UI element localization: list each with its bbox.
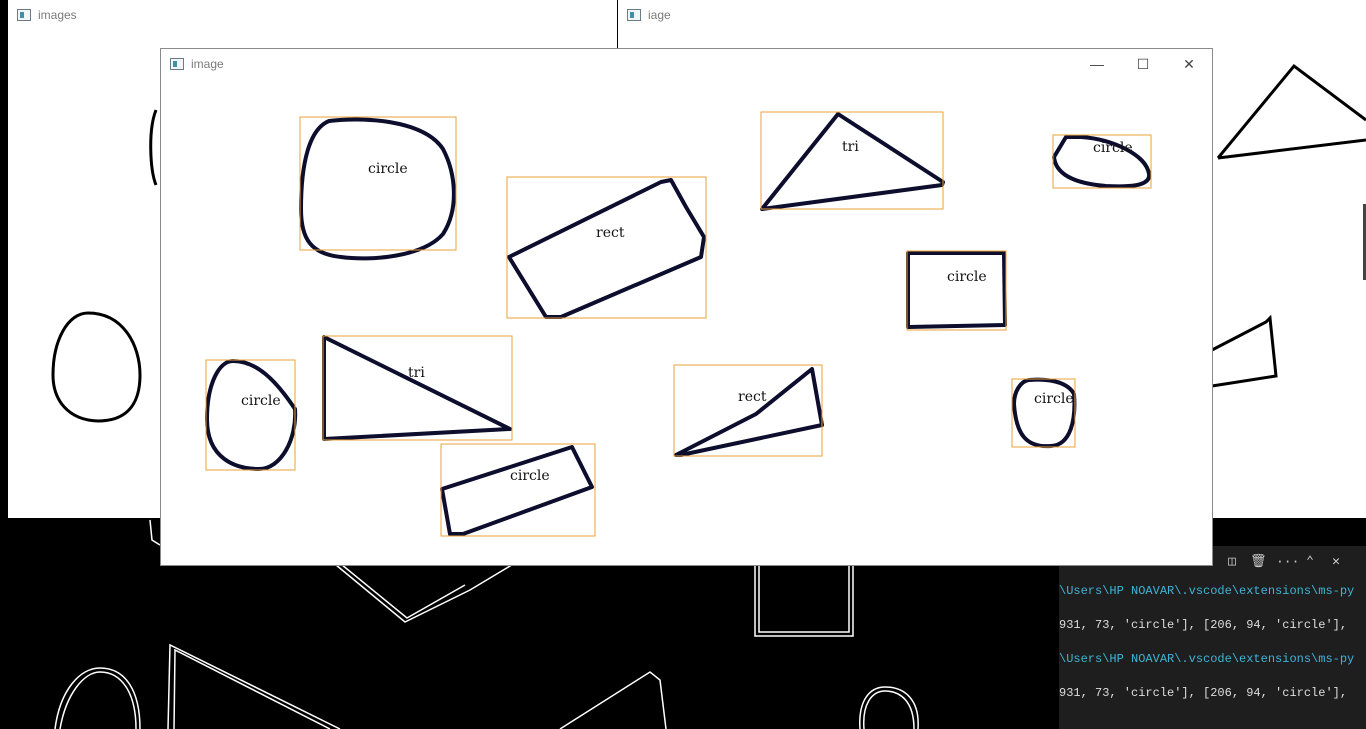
contour-shape (205, 359, 298, 471)
app-icon (170, 58, 184, 70)
image-titlebar[interactable]: image — ☐ ✕ (161, 49, 1212, 79)
edge-shape (754, 559, 854, 637)
contour-shape (322, 335, 512, 441)
bounding-box (760, 111, 944, 210)
contour-shape (507, 178, 706, 319)
shape-label: rect (596, 225, 625, 241)
shape-label: circle (241, 393, 281, 409)
window-title: image (191, 57, 224, 71)
contour-shape (149, 109, 158, 186)
contour-shape (1217, 138, 1366, 160)
close-panel-icon[interactable]: ✕ (1328, 554, 1344, 570)
terminal-line: \Users\HP NOAVAR\.vscode\extensions\ms-p… (1059, 584, 1355, 598)
terminal-line: 931, 73, 'circle'], [206, 94, 'circle'], (1059, 618, 1348, 632)
app-icon (17, 9, 31, 21)
terminal-line: 931, 73, 'circle'], [206, 94, 'circle'], (1059, 686, 1348, 700)
split-terminal-icon[interactable]: ◫ (1224, 554, 1240, 570)
edge-shape (167, 643, 341, 729)
shape-label: circle (1034, 391, 1074, 407)
shape-label: circle (947, 269, 987, 285)
image-canvas: circle rect tri circle circle circle tri… (205, 111, 1152, 537)
shape-label: circle (1093, 140, 1133, 156)
edge-shape (859, 686, 919, 729)
terminal-panel[interactable]: ◫ 🗑 ··· ⌃ ✕ \Users\HP NOAVAR\.vscode\ext… (1059, 546, 1366, 729)
window-title: iage (648, 8, 671, 22)
maximize-button[interactable]: ☐ (1120, 49, 1166, 79)
app-icon (627, 9, 641, 21)
edge-shape (54, 667, 141, 729)
trash-icon[interactable]: 🗑 (1250, 554, 1267, 570)
contour-shape (440, 445, 594, 536)
shape-label: tri (842, 139, 859, 155)
bounding-box (440, 443, 596, 537)
contour-shape (51, 311, 142, 423)
contour-shape (1211, 314, 1278, 388)
edge-shape (149, 519, 161, 546)
edge-shape (758, 563, 850, 633)
edge-shape (559, 671, 667, 729)
contour-shape (1012, 377, 1077, 449)
minimize-button[interactable]: — (1074, 49, 1120, 79)
close-button[interactable]: ✕ (1166, 49, 1212, 79)
contour-shape (760, 112, 945, 211)
edge-shape (59, 671, 137, 729)
edge-shape (335, 559, 466, 619)
shape-label: circle (368, 161, 408, 177)
contour-shape (906, 251, 1007, 329)
more-actions-icon[interactable]: ··· (1276, 554, 1299, 570)
terminal-line: \Users\HP NOAVAR\.vscode\extensions\ms-p… (1059, 652, 1355, 666)
window-title: images (38, 8, 77, 22)
edge-shape (329, 559, 521, 623)
shape-label: tri (408, 365, 425, 381)
edge-shape (173, 648, 331, 729)
shape-label: circle (510, 468, 550, 484)
images-titlebar[interactable]: images (8, 0, 617, 30)
bounding-box (906, 250, 1007, 331)
contour-shape (674, 367, 824, 457)
iage-titlebar[interactable]: iage (618, 0, 1366, 30)
maximize-panel-icon[interactable]: ⌃ (1302, 554, 1318, 570)
terminal-toolbar: ◫ 🗑 ··· ⌃ ✕ (1206, 546, 1366, 578)
contour-shape (299, 117, 456, 261)
shape-label: rect (738, 389, 767, 405)
edge-shape (863, 690, 915, 729)
image-window[interactable]: image — ☐ ✕ circle rect tri circle circl… (160, 48, 1213, 566)
